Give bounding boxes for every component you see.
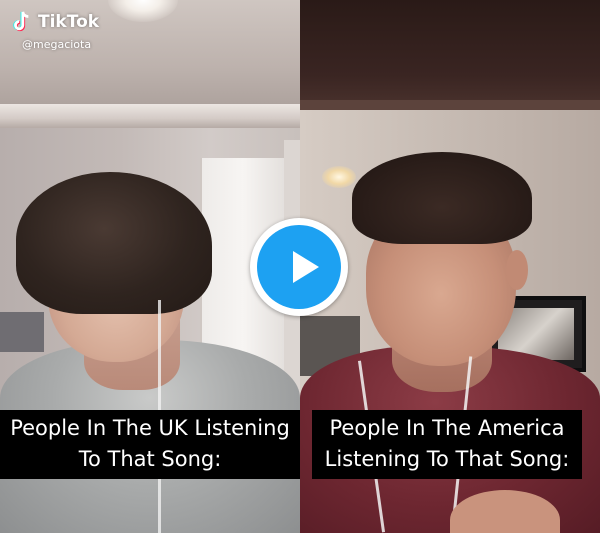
play-icon [293,251,319,283]
hair [16,172,212,314]
tiktok-watermark: TikTok @megaciota [8,8,128,54]
ceiling-edge [300,100,600,110]
play-button-circle [257,225,341,309]
crown-moulding [0,104,300,128]
right-caption: People In The America Listening To That … [312,410,582,479]
left-caption-line-1: People In The UK Listening [10,416,290,440]
tiktok-note-icon [13,11,29,32]
shelf [0,312,44,352]
right-caption-line-2: Listening To That Song: [324,447,570,471]
tiktok-brand: TikTok [38,12,100,32]
left-caption: People In The UK Listening To That Song: [0,410,300,479]
ear [506,250,528,290]
hair [352,152,532,244]
ceiling-lamp [322,166,356,188]
left-caption-line-2: To That Song: [78,447,222,471]
play-button[interactable] [250,218,348,316]
right-caption-line-1: People In The America [329,416,565,440]
video-thumbnail[interactable]: TikTok @megaciota People In The UK Liste… [0,0,600,533]
creator-handle: @megaciota [22,38,92,51]
ceiling [300,0,600,108]
